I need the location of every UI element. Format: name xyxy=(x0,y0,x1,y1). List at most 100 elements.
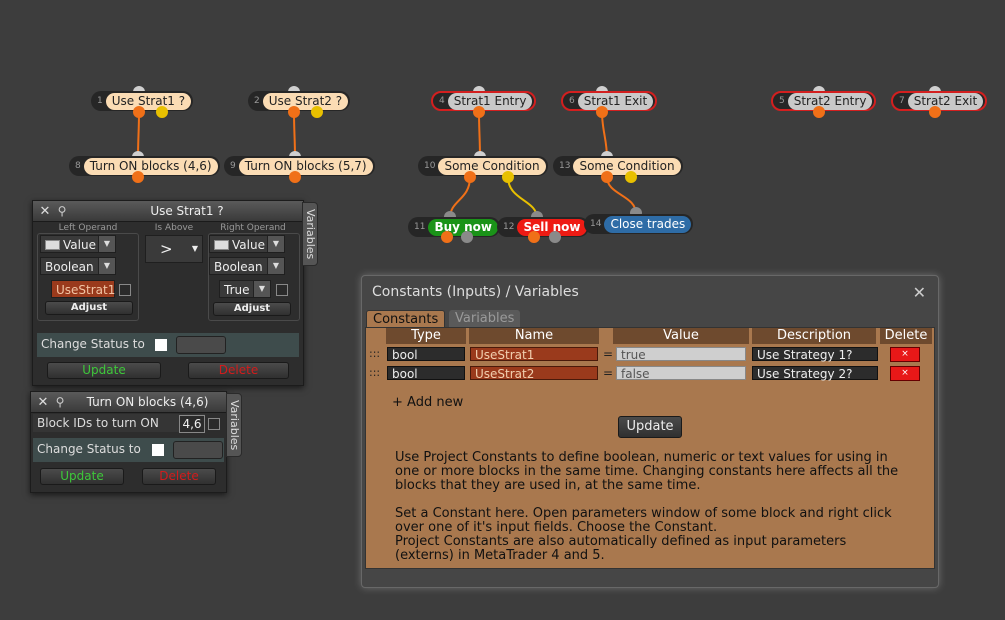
block-node-14[interactable]: 14 Close trades xyxy=(584,214,694,234)
block-number: 6 xyxy=(569,96,575,106)
constant-value-field[interactable]: true xyxy=(616,347,746,362)
right-type-value: Value xyxy=(232,238,265,252)
change-status-input[interactable] xyxy=(173,441,223,459)
operator-select[interactable]: > ▼ xyxy=(145,235,203,263)
update-button[interactable]: Update xyxy=(618,416,682,438)
block-node-6[interactable]: 6 Strat1 Exit xyxy=(561,91,658,111)
block-node-8[interactable]: 8 Turn ON blocks (4,6) xyxy=(69,156,220,176)
output-pin-alt[interactable] xyxy=(549,231,561,243)
block-node-13[interactable]: 13 Some Condition xyxy=(553,156,683,176)
block-number: 2 xyxy=(254,96,260,106)
drag-handle-icon[interactable]: ::: xyxy=(369,366,380,379)
help-paragraph: Use Project Constants to define boolean,… xyxy=(395,450,899,493)
output-pin[interactable] xyxy=(464,171,476,183)
right-value-select[interactable]: True ▼ xyxy=(219,280,271,298)
panel-titlebar[interactable]: ✕ ⚲ Use Strat1 ? xyxy=(33,201,303,222)
block-label: Strat2 Entry xyxy=(787,92,873,110)
output-pin[interactable] xyxy=(288,106,300,118)
output-pin-false[interactable] xyxy=(502,171,514,183)
update-button[interactable]: Update xyxy=(40,468,124,485)
block-number: 13 xyxy=(559,161,571,171)
output-pin[interactable] xyxy=(929,106,941,118)
output-pin[interactable] xyxy=(473,106,485,118)
left-type-select[interactable]: Value ▼ xyxy=(40,235,116,253)
help-paragraph: Set a Constant here. Open parameters win… xyxy=(395,506,892,535)
output-pin-false[interactable] xyxy=(625,171,637,183)
constant-description-field[interactable]: Use Strategy 2? xyxy=(752,366,878,381)
pin-icon[interactable]: ⚲ xyxy=(51,395,69,409)
output-pin[interactable] xyxy=(601,171,613,183)
block-ids-field[interactable]: 4,6 xyxy=(179,415,205,433)
variables-side-tab[interactable]: Variables xyxy=(226,393,242,457)
delete-row-button[interactable]: × xyxy=(890,347,920,362)
add-new-link[interactable]: + Add new xyxy=(392,395,463,410)
right-type-select[interactable]: Value ▼ xyxy=(209,235,285,253)
variables-side-tab[interactable]: Variables xyxy=(302,202,318,266)
left-adjust-button[interactable]: Adjust xyxy=(45,301,133,315)
pin-icon[interactable]: ⚲ xyxy=(53,204,71,218)
block-label: Use Strat1 ? xyxy=(105,92,192,110)
left-kind-value: Boolean xyxy=(45,260,94,274)
right-kind-value: Boolean xyxy=(214,260,263,274)
drag-handle-icon[interactable]: ::: xyxy=(369,347,380,360)
block-number: 5 xyxy=(779,96,785,106)
constants-panel[interactable]: Constants (Inputs) / Variables ✕ Constan… xyxy=(361,275,939,588)
output-pin-false[interactable] xyxy=(311,106,323,118)
block-node-12[interactable]: 12 Sell now xyxy=(497,217,589,237)
output-pin[interactable] xyxy=(441,231,453,243)
delete-button[interactable]: Delete xyxy=(142,468,216,485)
right-kind-select[interactable]: Boolean ▼ xyxy=(209,257,285,275)
tab-constants[interactable]: Constants xyxy=(366,310,446,328)
block-node-11[interactable]: 11 Buy now xyxy=(408,217,501,237)
output-pin[interactable] xyxy=(528,231,540,243)
block-label: Strat1 Exit xyxy=(577,92,654,110)
constant-name-field[interactable]: UseStrat2 xyxy=(470,366,598,381)
right-value-checkbox[interactable] xyxy=(276,284,288,296)
constants-body: Type Name Value Description Delete ::: b… xyxy=(365,327,935,569)
left-kind-select[interactable]: Boolean ▼ xyxy=(40,257,116,275)
block-label: Use Strat2 ? xyxy=(262,92,349,110)
output-pin[interactable] xyxy=(596,106,608,118)
left-type-value: Value xyxy=(63,238,96,252)
output-pin[interactable] xyxy=(813,106,825,118)
right-adjust-button[interactable]: Adjust xyxy=(213,302,291,316)
output-pin-false[interactable] xyxy=(156,106,168,118)
block-params-panel-use-strat1[interactable]: ✕ ⚲ Use Strat1 ? Left Operand Is Above R… xyxy=(32,200,304,386)
output-pin[interactable] xyxy=(132,171,144,183)
close-icon[interactable]: ✕ xyxy=(35,395,51,410)
constant-name-field[interactable]: UseStrat1 xyxy=(470,347,598,362)
change-status-label: Change Status to xyxy=(37,442,141,456)
left-value-checkbox[interactable] xyxy=(119,284,131,296)
change-status-input[interactable] xyxy=(176,336,226,354)
chevron-down-icon: ▼ xyxy=(267,236,284,252)
block-number: 11 xyxy=(414,222,426,232)
change-status-checkbox[interactable] xyxy=(155,339,167,351)
block-number: 7 xyxy=(899,96,905,106)
block-label: Close trades xyxy=(604,215,692,233)
block-ids-label: Block IDs to turn ON xyxy=(37,416,159,430)
block-label: Strat1 Entry xyxy=(447,92,533,110)
value-type-icon xyxy=(214,240,229,250)
output-pin-alt[interactable] xyxy=(461,231,473,243)
output-pin[interactable] xyxy=(133,106,145,118)
block-node-10[interactable]: 10 Some Condition xyxy=(418,156,548,176)
output-pin[interactable] xyxy=(289,171,301,183)
constant-description-field[interactable]: Use Strategy 1? xyxy=(752,347,878,362)
update-button[interactable]: Update xyxy=(47,362,161,379)
block-params-panel-turn-on[interactable]: ✕ ⚲ Turn ON blocks (4,6) Block IDs to tu… xyxy=(30,391,227,493)
delete-button[interactable]: Delete xyxy=(188,362,289,379)
panel-title: Turn ON blocks (4,6) xyxy=(86,395,209,409)
constant-type-field[interactable]: bool xyxy=(387,366,465,381)
constant-value-field[interactable]: false xyxy=(616,366,746,381)
chevron-down-icon: ▼ xyxy=(267,258,284,274)
panel-titlebar[interactable]: ✕ ⚲ Turn ON blocks (4,6) xyxy=(31,392,226,413)
change-status-checkbox[interactable] xyxy=(152,444,164,456)
close-icon[interactable]: ✕ xyxy=(37,204,53,219)
close-icon[interactable]: ✕ xyxy=(913,283,926,302)
constant-type-field[interactable]: bool xyxy=(387,347,465,362)
tab-variables[interactable]: Variables xyxy=(449,310,521,327)
column-header-value: Value xyxy=(613,328,749,344)
block-ids-checkbox[interactable] xyxy=(208,418,220,430)
left-value-field[interactable]: UseStrat1 xyxy=(51,280,115,298)
delete-row-button[interactable]: × xyxy=(890,366,920,381)
